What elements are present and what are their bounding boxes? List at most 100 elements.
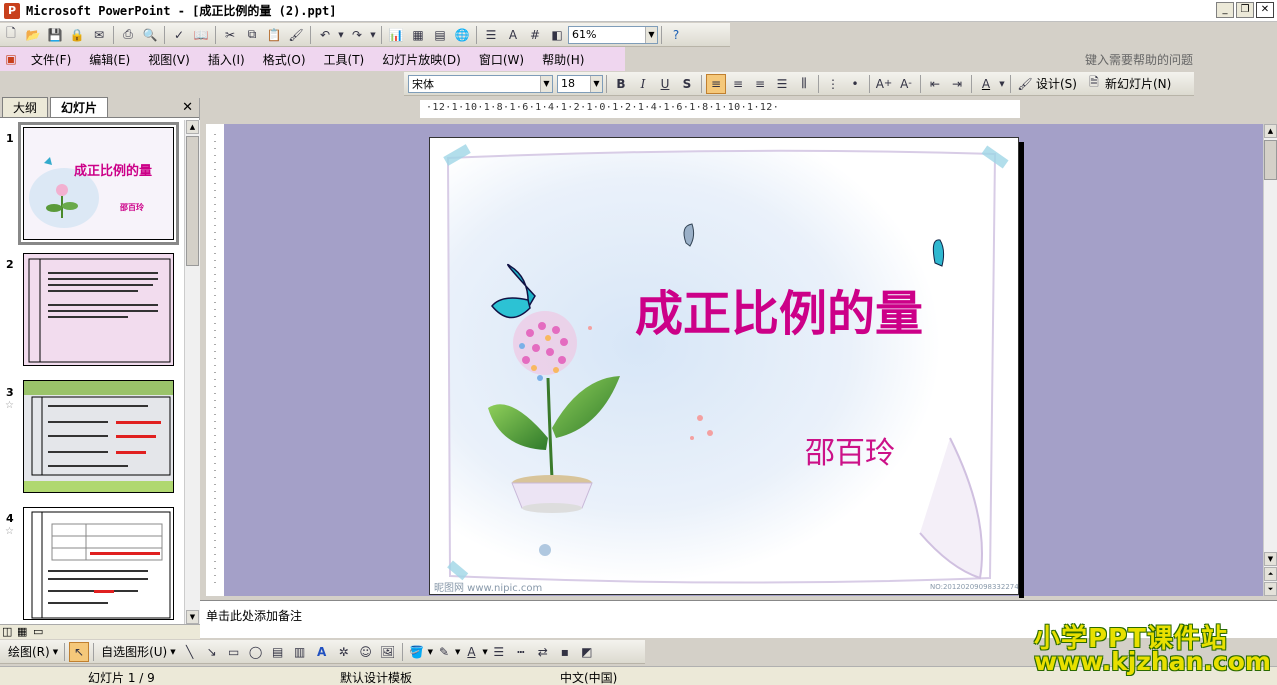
font-size-combo[interactable]: 18 ▼ xyxy=(557,74,603,93)
email-icon[interactable]: ✉ xyxy=(89,25,109,45)
autoshapes-dropdown-icon[interactable]: ▼ xyxy=(170,648,175,656)
fill-color-icon[interactable]: 🪣 xyxy=(407,642,427,662)
slide-thumbnail-4[interactable] xyxy=(23,507,174,620)
numbering-icon[interactable]: ⋮ xyxy=(823,74,843,94)
format-painter-icon[interactable]: 🖌 xyxy=(286,25,306,45)
previous-slide-icon[interactable]: ⏶ xyxy=(1264,567,1277,581)
undo-dropdown-icon[interactable]: ▼ xyxy=(337,25,345,45)
slideshow-view-icon[interactable]: ▭ xyxy=(33,625,43,638)
slide-sorter-icon[interactable]: ▦ xyxy=(17,625,27,638)
color-grayscale-icon[interactable]: ◧ xyxy=(547,25,567,45)
dash-style-icon[interactable]: ┅ xyxy=(511,642,531,662)
design-icon[interactable]: 🖌 xyxy=(1015,74,1035,94)
insert-table-icon[interactable]: ▦ xyxy=(408,25,428,45)
slide-title[interactable]: 成正比例的量 xyxy=(635,274,923,344)
draw-font-color-icon[interactable]: A xyxy=(461,642,481,662)
slide-thumbnail-2[interactable] xyxy=(23,253,174,366)
align-center-icon[interactable]: ≡ xyxy=(728,74,748,94)
insert-chart-icon[interactable]: 📊 xyxy=(386,25,406,45)
paste-icon[interactable]: 📋 xyxy=(264,25,284,45)
shadow-button[interactable]: S xyxy=(677,74,697,94)
picture-icon[interactable]: 🖼 xyxy=(378,642,398,662)
italic-button[interactable]: I xyxy=(633,74,653,94)
autoshapes-menu[interactable]: 自选图形(U) xyxy=(101,643,167,660)
undo-icon[interactable]: ↶ xyxy=(315,25,335,45)
print-preview-icon[interactable]: 🔍 xyxy=(140,25,160,45)
font-combo[interactable]: 宋体 ▼ xyxy=(408,74,553,93)
tables-borders-icon[interactable]: ▤ xyxy=(430,25,450,45)
bold-button[interactable]: B xyxy=(611,74,631,94)
zoom-dropdown-icon[interactable]: ▼ xyxy=(645,26,657,43)
draw-dropdown-icon[interactable]: ▼ xyxy=(53,648,58,656)
normal-view-icon[interactable]: ◫ xyxy=(2,625,12,638)
distribute-icon[interactable]: ☰ xyxy=(772,74,792,94)
select-arrow-icon[interactable]: ↖ xyxy=(69,641,90,662)
increase-indent-icon[interactable]: ⇥ xyxy=(947,74,967,94)
line-icon[interactable]: ╲ xyxy=(180,642,200,662)
clipart-icon[interactable]: ☺ xyxy=(356,642,376,662)
permission-icon[interactable]: 🔒 xyxy=(67,25,87,45)
font-size-dropdown-icon[interactable]: ▼ xyxy=(590,75,602,92)
tab-outline[interactable]: 大纲 xyxy=(2,97,49,117)
line-color-icon[interactable]: ✎ xyxy=(434,642,454,662)
font-dropdown-icon[interactable]: ▼ xyxy=(540,75,552,92)
align-right-icon[interactable]: ≡ xyxy=(750,74,770,94)
hyperlink-icon[interactable]: 🌐 xyxy=(452,25,472,45)
fill-color-dropdown-icon[interactable]: ▼ xyxy=(428,648,433,656)
arrow-icon[interactable]: ↘ xyxy=(202,642,222,662)
cut-icon[interactable]: ✂ xyxy=(220,25,240,45)
close-button[interactable]: ✕ xyxy=(1256,2,1274,18)
3d-style-icon[interactable]: ◩ xyxy=(577,642,597,662)
decrease-indent-icon[interactable]: ⇤ xyxy=(925,74,945,94)
minimize-button[interactable]: _ xyxy=(1216,2,1234,18)
slides-pane-scrollbar[interactable]: ▲ ▼ xyxy=(184,120,200,624)
new-slide-icon[interactable]: 🗎 xyxy=(1084,74,1104,94)
oval-icon[interactable]: ◯ xyxy=(246,642,266,662)
rectangle-icon[interactable]: ▭ xyxy=(224,642,244,662)
menu-insert[interactable]: 插入(I) xyxy=(199,51,254,68)
wordart-icon[interactable]: A xyxy=(312,642,332,662)
diagram-icon[interactable]: ✲ xyxy=(334,642,354,662)
arrow-style-icon[interactable]: ⇄ xyxy=(533,642,553,662)
text-direction-icon[interactable]: ⫼ xyxy=(794,74,814,94)
show-grid-icon[interactable]: # xyxy=(525,25,545,45)
shadow-style-icon[interactable]: ▪ xyxy=(555,642,575,662)
restore-button[interactable]: ❐ xyxy=(1236,2,1254,18)
menu-format[interactable]: 格式(O) xyxy=(254,51,315,68)
workspace-scrollbar[interactable]: ▲ ▼ ⏶ ⏷ xyxy=(1263,124,1277,596)
increase-font-icon[interactable]: A + xyxy=(874,74,894,94)
textbox-icon[interactable]: ▤ xyxy=(268,642,288,662)
print-icon[interactable]: ⎙ xyxy=(118,25,138,45)
show-formatting-icon[interactable]: A xyxy=(503,25,523,45)
draw-font-color-dropdown-icon[interactable]: ▼ xyxy=(482,648,487,656)
slide-canvas[interactable]: 成正比例的量 邵百玲 昵图网 www.nipic.com NO:20120209… xyxy=(429,137,1019,595)
line-style-icon[interactable]: ☰ xyxy=(489,642,509,662)
new-slide-button[interactable]: 新幻灯片(N) xyxy=(1105,75,1171,92)
open-icon[interactable]: 📂 xyxy=(23,25,43,45)
menu-file[interactable]: 文件(F) xyxy=(22,51,80,68)
expand-all-icon[interactable]: ☰ xyxy=(481,25,501,45)
help-search-input[interactable]: 键入需要帮助的问题 xyxy=(1085,51,1193,68)
save-icon[interactable]: 💾 xyxy=(45,25,65,45)
bullets-icon[interactable]: • xyxy=(845,74,865,94)
menu-view[interactable]: 视图(V) xyxy=(139,51,199,68)
menu-tools[interactable]: 工具(T) xyxy=(315,51,374,68)
tab-slides[interactable]: 幻灯片 xyxy=(50,97,109,117)
zoom-combo[interactable]: 61% ▼ xyxy=(568,25,658,44)
next-slide-icon[interactable]: ⏷ xyxy=(1264,582,1277,596)
new-icon[interactable]: 🗋 xyxy=(1,25,21,45)
copy-icon[interactable]: ⧉ xyxy=(242,25,262,45)
redo-dropdown-icon[interactable]: ▼ xyxy=(369,25,377,45)
line-color-dropdown-icon[interactable]: ▼ xyxy=(455,648,460,656)
research-icon[interactable]: 📖 xyxy=(191,25,211,45)
font-color-dropdown-icon[interactable]: ▼ xyxy=(998,74,1006,94)
document-icon[interactable]: ▣ xyxy=(1,49,21,69)
underline-button[interactable]: U xyxy=(655,74,675,94)
vertical-textbox-icon[interactable]: ▥ xyxy=(290,642,310,662)
slide-thumbnail-1[interactable]: 成正比例的量 邵百玲 xyxy=(18,122,179,245)
align-left-icon[interactable]: ≡ xyxy=(706,73,726,94)
design-button[interactable]: 设计(S) xyxy=(1036,75,1077,92)
close-pane-icon[interactable]: ✕ xyxy=(182,100,193,115)
menu-window[interactable]: 窗口(W) xyxy=(470,51,533,68)
menu-help[interactable]: 帮助(H) xyxy=(533,51,593,68)
